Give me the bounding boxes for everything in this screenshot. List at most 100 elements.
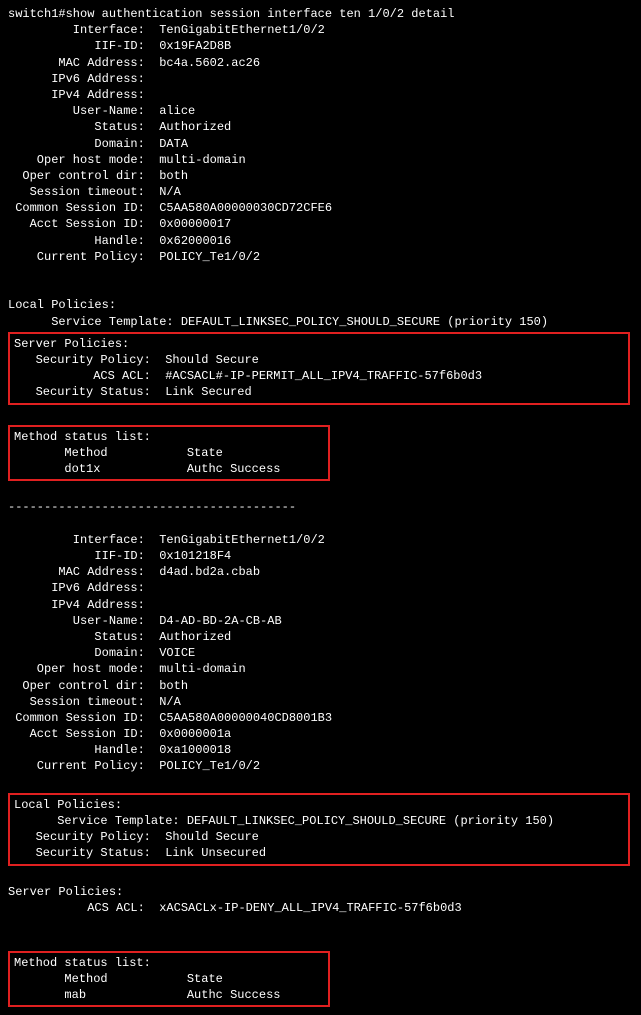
method-row: mab Authc Success bbox=[14, 987, 324, 1003]
blank-line bbox=[8, 265, 633, 281]
blank-line bbox=[8, 281, 633, 297]
value: 0x0000001a bbox=[159, 727, 231, 741]
label: Service Template: bbox=[8, 315, 181, 329]
label: Session timeout: bbox=[8, 695, 159, 709]
kv-handle: Handle: 0x62000016 bbox=[8, 233, 633, 249]
service-template: Service Template: DEFAULT_LINKSEC_POLICY… bbox=[14, 813, 624, 829]
kv-acct-session-id: Acct Session ID: 0x0000001a bbox=[8, 726, 633, 742]
value: N/A bbox=[159, 695, 181, 709]
label: Common Session ID: bbox=[8, 711, 159, 725]
kv-common-session-id: Common Session ID: C5AA580A00000030CD72C… bbox=[8, 200, 633, 216]
value: Link Secured bbox=[165, 385, 251, 399]
kv-oper-host-mode: Oper host mode: multi-domain bbox=[8, 152, 633, 168]
value: multi-domain bbox=[159, 153, 245, 167]
prompt: switch1# bbox=[8, 7, 66, 21]
label: Acct Session ID: bbox=[8, 217, 159, 231]
kv-common-session-id: Common Session ID: C5AA580A00000040CD800… bbox=[8, 710, 633, 726]
kv-handle: Handle: 0xa1000018 bbox=[8, 742, 633, 758]
method-status-header: Method status list: bbox=[14, 955, 324, 971]
label: IPv4 Address: bbox=[8, 598, 159, 612]
label: IIF-ID: bbox=[8, 549, 159, 563]
label: MAC Address: bbox=[8, 56, 159, 70]
label: Interface: bbox=[8, 23, 159, 37]
label: IPv6 Address: bbox=[8, 581, 159, 595]
kv-oper-control-dir: Oper control dir: both bbox=[8, 168, 633, 184]
kv-ipv4: IPv4 Address: bbox=[8, 597, 633, 613]
method-state: Authc Success bbox=[187, 462, 281, 476]
label: ACS ACL: bbox=[14, 369, 165, 383]
kv-security-status: Security Status: Link Secured bbox=[14, 384, 624, 400]
blank-line bbox=[8, 516, 633, 532]
kv-iif-id: IIF-ID: 0x19FA2D8B bbox=[8, 38, 633, 54]
value: xACSACLx-IP-DENY_ALL_IPV4_TRAFFIC-57f6b0… bbox=[159, 901, 461, 915]
value: TenGigabitEthernet1/0/2 bbox=[159, 533, 325, 547]
label: Acct Session ID: bbox=[8, 727, 159, 741]
kv-ipv6: IPv6 Address: bbox=[8, 580, 633, 596]
server-policies-header: Server Policies: bbox=[8, 884, 633, 900]
value: 0x00000017 bbox=[159, 217, 231, 231]
label: Oper host mode: bbox=[8, 662, 159, 676]
divider: ---------------------------------------- bbox=[8, 499, 633, 515]
kv-oper-host-mode: Oper host mode: multi-domain bbox=[8, 661, 633, 677]
label: Session timeout: bbox=[8, 185, 159, 199]
label: Interface: bbox=[8, 533, 159, 547]
blank-line bbox=[8, 483, 633, 499]
label: Handle: bbox=[8, 743, 159, 757]
blank-line bbox=[8, 407, 633, 423]
indent bbox=[14, 462, 64, 476]
kv-domain: Domain: VOICE bbox=[8, 645, 633, 661]
value: #ACSACL#-IP-PERMIT_ALL_IPV4_TRAFFIC-57f6… bbox=[165, 369, 482, 383]
kv-user: User-Name: D4-AD-BD-2A-CB-AB bbox=[8, 613, 633, 629]
label: Oper control dir: bbox=[8, 679, 159, 693]
kv-session-timeout: Session timeout: N/A bbox=[8, 184, 633, 200]
indent bbox=[14, 972, 64, 986]
blank-line bbox=[8, 775, 633, 791]
local-policies-header: Local Policies: bbox=[8, 297, 633, 313]
col-state: State bbox=[187, 446, 223, 460]
label: User-Name: bbox=[8, 104, 159, 118]
label: Status: bbox=[8, 120, 159, 134]
value: Authorized bbox=[159, 120, 231, 134]
method-status-box: Method status list: Method State dot1x A… bbox=[8, 425, 330, 482]
method-status-header: Method status list: bbox=[14, 429, 324, 445]
value: Authorized bbox=[159, 630, 231, 644]
value: C5AA580A00000040CD8001B3 bbox=[159, 711, 332, 725]
kv-security-policy: Security Policy: Should Secure bbox=[14, 352, 624, 368]
label: MAC Address: bbox=[8, 565, 159, 579]
kv-security-status: Security Status: Link Unsecured bbox=[14, 845, 624, 861]
service-template: Service Template: DEFAULT_LINKSEC_POLICY… bbox=[8, 314, 633, 330]
value: POLICY_Te1/0/2 bbox=[159, 250, 260, 264]
label: IPv6 Address: bbox=[8, 72, 159, 86]
server-policies-box: Server Policies: Security Policy: Should… bbox=[8, 332, 630, 405]
label: User-Name: bbox=[8, 614, 159, 628]
value: D4-AD-BD-2A-CB-AB bbox=[159, 614, 281, 628]
value: TenGigabitEthernet1/0/2 bbox=[159, 23, 325, 37]
method-columns: Method State bbox=[14, 445, 324, 461]
kv-domain: Domain: DATA bbox=[8, 136, 633, 152]
blank-line bbox=[8, 932, 633, 948]
value: Should Secure bbox=[165, 353, 259, 367]
kv-iif-id: IIF-ID: 0x101218F4 bbox=[8, 548, 633, 564]
value: VOICE bbox=[159, 646, 195, 660]
method-columns: Method State bbox=[14, 971, 324, 987]
label: Current Policy: bbox=[8, 250, 159, 264]
value: DATA bbox=[159, 137, 188, 151]
kv-status: Status: Authorized bbox=[8, 119, 633, 135]
label: Security Status: bbox=[14, 846, 165, 860]
pad bbox=[108, 446, 187, 460]
value: DEFAULT_LINKSEC_POLICY_SHOULD_SECURE (pr… bbox=[181, 315, 548, 329]
kv-user: User-Name: alice bbox=[8, 103, 633, 119]
value: alice bbox=[159, 104, 195, 118]
label: Security Policy: bbox=[14, 353, 165, 367]
value: C5AA580A00000030CD72CFE6 bbox=[159, 201, 332, 215]
label: Status: bbox=[8, 630, 159, 644]
label: Oper control dir: bbox=[8, 169, 159, 183]
kv-status: Status: Authorized bbox=[8, 629, 633, 645]
label: IPv4 Address: bbox=[8, 88, 159, 102]
method-name: dot1x bbox=[64, 462, 100, 476]
kv-oper-control-dir: Oper control dir: both bbox=[8, 678, 633, 694]
label: Service Template: bbox=[14, 814, 187, 828]
indent bbox=[14, 988, 64, 1002]
pad bbox=[108, 972, 187, 986]
method-name: mab bbox=[64, 988, 86, 1002]
